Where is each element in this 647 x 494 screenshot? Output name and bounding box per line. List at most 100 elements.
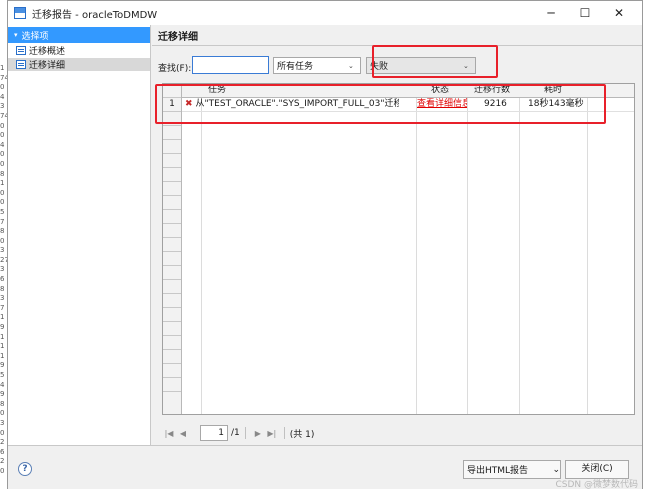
gutter-number: 0 [0, 159, 5, 168]
gutter-number: 3 [0, 102, 5, 111]
export-label: 导出HTML报告 [467, 466, 529, 476]
row-number-empty [163, 294, 181, 308]
row-number-empty [163, 266, 181, 280]
gutter-number: 5 [0, 371, 5, 379]
column-divider [201, 84, 202, 414]
tree-root[interactable]: ▾ 选择项 [8, 27, 150, 43]
gutter-number: 0 [0, 198, 5, 207]
gutter-number: 8 [0, 227, 5, 236]
gutter-number: 6 [0, 275, 5, 284]
gutter-number: 0 [0, 131, 5, 140]
gutter-number: 3 [0, 294, 5, 303]
row-number-empty [163, 308, 181, 322]
row-number-empty [163, 238, 181, 252]
row-number-empty [163, 154, 181, 168]
first-page-button[interactable]: |◀ [162, 429, 176, 438]
page-total: /1 [231, 428, 240, 438]
task-filter-select[interactable]: 所有任务 ⌄ [273, 57, 361, 74]
help-icon[interactable]: ? [18, 462, 32, 476]
chevron-down-icon: ⌄ [348, 61, 354, 70]
row-number-empty [163, 168, 181, 182]
chevron-down-icon: ▾ [14, 31, 18, 39]
window-title: 迁移报告 - oracleToDMDW [32, 9, 158, 21]
details-table: 1 任务 状态 迁移行数 耗时 ✖ 从"TEST_ORACLE"."SYS_IMP… [162, 83, 635, 415]
last-page-button[interactable]: ▶| [265, 429, 279, 438]
sidebar-item-details[interactable]: 迁移详细 [8, 58, 150, 71]
pager-divider [283, 427, 285, 439]
gutter-number: 1 [0, 342, 5, 351]
gutter-number: 8 [0, 399, 5, 408]
minimize-button[interactable]: ─ [534, 1, 568, 25]
page-title: 迁移详细 [158, 32, 198, 43]
row-number-empty [163, 280, 181, 294]
gutter-number: 3 [0, 246, 5, 255]
highlight-box-filter [372, 45, 498, 78]
page-number-input[interactable]: 1 [200, 425, 228, 441]
row-number-empty [163, 322, 181, 336]
gutter-number: 74 [0, 73, 7, 82]
gutter-number: 1 [0, 179, 5, 188]
export-html-button[interactable]: 导出HTML报告 ⌄ [463, 460, 561, 479]
tree-root-label: 选择项 [21, 31, 49, 42]
row-number-empty [163, 378, 181, 392]
row-number-empty [163, 210, 181, 224]
gutter-number: 0 [0, 150, 5, 159]
prev-page-button[interactable]: ◀ [176, 429, 190, 438]
gutter-number: 3 [0, 265, 5, 274]
gutter-number: 0 [0, 121, 5, 130]
gutter-number: 7 [0, 303, 5, 312]
watermark: CSDN @微梦数代码 [555, 480, 638, 490]
gutter-number: 0 [0, 466, 5, 475]
column-divider [587, 84, 588, 414]
row-number-empty [163, 364, 181, 378]
row-number-empty [163, 350, 181, 364]
app-icon [14, 7, 26, 19]
main-panel: 迁移详细 查找(F): 所有任务 ⌄ 失败 ⌄ 1 任务 状态 迁移行数 耗时 … [152, 25, 642, 445]
gutter-number: 1 [0, 332, 5, 341]
row-number-column: 1 [163, 84, 182, 414]
gutter-number: 0 [0, 409, 5, 418]
sidebar-item-label: 迁移概述 [29, 47, 66, 57]
search-input[interactable] [192, 56, 269, 74]
report-window: 迁移报告 - oracleToDMDW ─ ☐ ✕ ▾ 选择项 迁移概述 迁移详… [7, 0, 643, 490]
gutter-number: 3 [0, 418, 5, 427]
gutter-number: 1 [0, 313, 5, 322]
gutter-number: 9 [0, 390, 5, 399]
editor-gutter: 1 74 0 4 3 74 0 0 4 0 0 8 1 0 0 5 7 8 0 3 27 3 6 8 3 7 1 9 1 1 1 9 5 4 9 8 0… [0, 64, 7, 494]
document-icon [16, 60, 26, 69]
gutter-number: 0 [0, 83, 5, 92]
column-divider [519, 84, 520, 414]
pager-divider [244, 427, 246, 439]
footer-bar: ? 导出HTML报告 ⌄ 关闭(C) CSDN @微梦数代码 [8, 445, 642, 490]
gutter-number: 7 [0, 217, 5, 226]
row-number-empty [163, 126, 181, 140]
chevron-down-icon: ⌄ [552, 464, 560, 475]
record-count: (共 1) [289, 429, 315, 440]
gutter-number: 4 [0, 380, 5, 389]
gutter-number: 1 [0, 64, 5, 72]
maximize-button[interactable]: ☐ [568, 1, 602, 25]
highlight-box-row [155, 84, 606, 124]
sidebar-item-label: 迁移详细 [29, 61, 66, 71]
row-number-empty [163, 196, 181, 210]
column-divider [467, 84, 468, 414]
gutter-number: 2 [0, 438, 5, 447]
row-number-empty [163, 224, 181, 238]
gutter-number: 1 [0, 351, 5, 360]
close-window-button[interactable]: ✕ [602, 1, 636, 25]
gutter-number: 6 [0, 447, 5, 456]
sidebar-tree: ▾ 选择项 迁移概述 迁移详细 [8, 25, 151, 445]
gutter-number: 5 [0, 207, 5, 216]
row-number-empty [163, 336, 181, 350]
gutter-number: 4 [0, 92, 5, 101]
gutter-number: 74 [0, 111, 7, 120]
gutter-number: 0 [0, 236, 5, 245]
document-icon [16, 46, 26, 55]
sidebar-item-overview[interactable]: 迁移概述 [8, 44, 150, 57]
row-number-empty [163, 252, 181, 266]
next-page-button[interactable]: ▶ [251, 429, 265, 438]
gutter-number: 8 [0, 284, 5, 293]
search-label: 查找(F): [158, 64, 192, 74]
column-divider [416, 84, 417, 414]
gutter-number: 0 [0, 428, 5, 437]
